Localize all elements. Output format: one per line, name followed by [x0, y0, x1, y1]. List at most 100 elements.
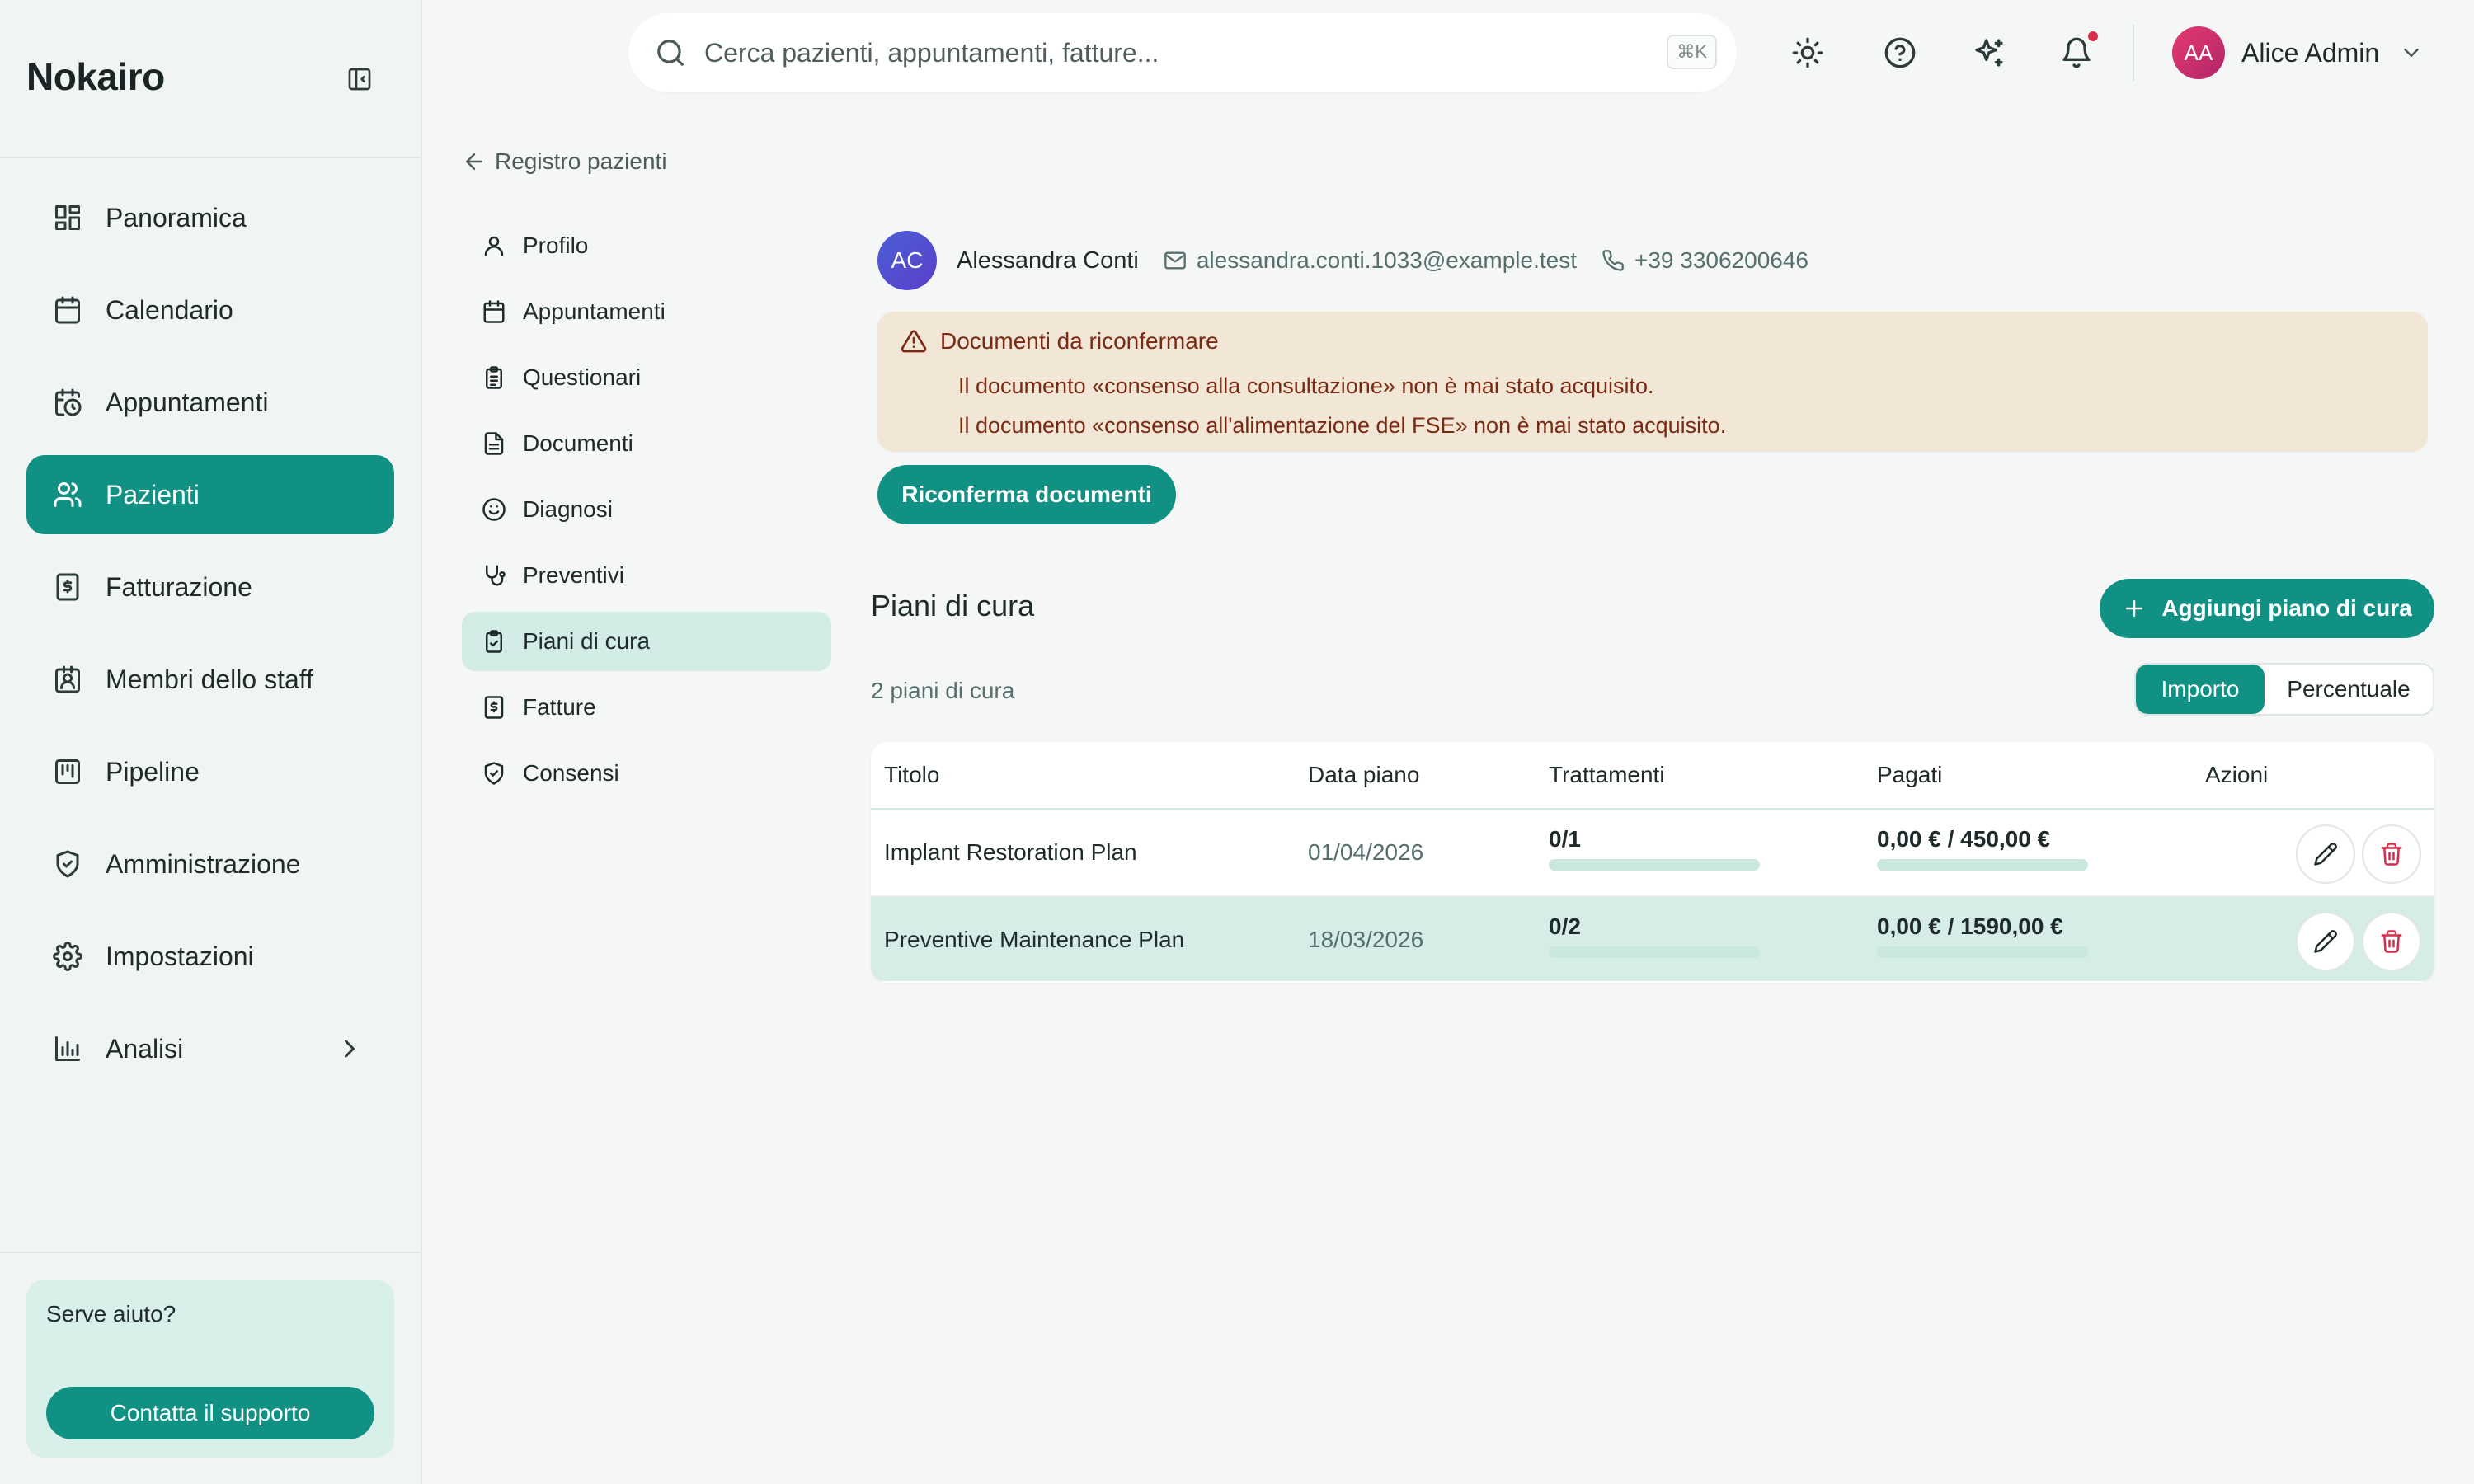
table-row[interactable]: Preventive Maintenance Plan 18/03/2026 0… — [871, 895, 2434, 981]
sidebar: Nokairo Panoramica Calendario Appuntamen… — [0, 0, 422, 1484]
clipboard-check-icon — [482, 629, 506, 654]
tab-label: Piani di cura — [523, 628, 651, 654]
trash-icon — [2379, 842, 2404, 866]
sidebar-collapse-icon[interactable] — [346, 66, 373, 92]
user-icon — [482, 233, 506, 258]
stethoscope-icon — [482, 563, 506, 588]
tab-consensi[interactable]: Consensi — [462, 744, 831, 803]
sidebar-item-label: Panoramica — [106, 202, 247, 232]
delete-button[interactable] — [2362, 912, 2421, 971]
alert-title-text: Documenti da riconfermare — [940, 328, 1219, 354]
help-card: Serve aiuto? Contatta il supporto — [26, 1280, 394, 1458]
plan-count: 2 piani di cura — [871, 678, 1015, 703]
plan-title: Preventive Maintenance Plan — [884, 927, 1185, 952]
column-header: Trattamenti — [1549, 762, 1665, 787]
arrow-left-icon — [462, 149, 487, 174]
alert-title: Documenti da riconfermare — [901, 328, 2405, 355]
toggle-amount[interactable]: Importo — [2136, 665, 2265, 714]
users-icon — [53, 480, 82, 510]
treatments-progress: 0/2 — [1549, 913, 1760, 958]
calendar-icon — [53, 295, 82, 325]
chart-icon — [53, 1034, 82, 1064]
sidebar-nav: Panoramica Calendario Appuntamenti Pazie… — [26, 178, 394, 1101]
plan-title: Implant Restoration Plan — [884, 839, 1137, 865]
patient-email-text: alessandra.conti.1033@example.test — [1196, 247, 1577, 273]
topbar-divider — [2133, 25, 2134, 81]
search-bar[interactable]: ⌘K — [628, 13, 1737, 92]
tab-questionari[interactable]: Questionari — [462, 348, 831, 407]
sidebar-item-panoramica[interactable]: Panoramica — [26, 178, 394, 257]
tab-label: Documenti — [523, 430, 633, 456]
patient-phone[interactable]: +39 3306200646 — [1602, 247, 1808, 274]
tab-preventivi[interactable]: Preventivi — [462, 546, 831, 605]
paid-amount: 0,00 € / 1590,00 € — [1877, 913, 2063, 939]
shield-check-icon — [482, 761, 506, 786]
sidebar-item-fatturazione[interactable]: Fatturazione — [26, 547, 394, 627]
alert-line: Il documento «consenso all'alimentazione… — [958, 413, 1727, 438]
app-logo: Nokairo — [26, 55, 165, 98]
user-menu[interactable]: AA Alice Admin — [2172, 26, 2424, 79]
tab-fatture[interactable]: Fatture — [462, 678, 831, 737]
shield-icon — [53, 849, 82, 879]
kanban-icon — [53, 757, 82, 787]
add-treatment-plan-button[interactable]: Aggiungi piano di cura — [2100, 579, 2434, 638]
edit-button[interactable] — [2296, 912, 2355, 971]
patient-email[interactable]: alessandra.conti.1033@example.test — [1164, 247, 1577, 274]
treatments-progress: 0/1 — [1549, 826, 1760, 871]
progress-track — [1549, 946, 1760, 958]
paid-progress: 0,00 € / 1590,00 € — [1877, 913, 2088, 958]
tab-documenti[interactable]: Documenti — [462, 414, 831, 473]
sidebar-item-appuntamenti[interactable]: Appuntamenti — [26, 363, 394, 442]
patient-phone-text: +39 3306200646 — [1634, 247, 1808, 273]
patient-header: AC Alessandra Conti alessandra.conti.103… — [877, 231, 1833, 290]
edit-button[interactable] — [2296, 824, 2355, 884]
tab-label: Consensi — [523, 760, 619, 786]
reconfirm-documents-button[interactable]: Riconferma documenti — [877, 465, 1176, 524]
tab-piani-di-cura[interactable]: Piani di cura — [462, 612, 831, 671]
tab-appuntamenti[interactable]: Appuntamenti — [462, 282, 831, 341]
sidebar-item-label: Calendario — [106, 294, 233, 325]
treatments-count: 0/1 — [1549, 826, 1581, 852]
tab-profilo[interactable]: Profilo — [462, 216, 831, 275]
sidebar-item-pipeline[interactable]: Pipeline — [26, 732, 394, 811]
sidebar-item-amministrazione[interactable]: Amministrazione — [26, 824, 394, 904]
patient-name: Alessandra Conti — [957, 247, 1139, 274]
dashboard-icon — [53, 203, 82, 232]
sidebar-item-impostazioni[interactable]: Impostazioni — [26, 917, 394, 996]
sidebar-item-calendario[interactable]: Calendario — [26, 270, 394, 350]
tab-label: Diagnosi — [523, 496, 613, 522]
pencil-icon — [2313, 842, 2338, 866]
search-input[interactable] — [704, 37, 1611, 68]
search-icon — [655, 37, 686, 68]
chevron-right-icon — [335, 1034, 365, 1064]
tab-label: Profilo — [523, 232, 589, 258]
add-button-label: Aggiungi piano di cura — [2161, 595, 2412, 621]
toggle-percent[interactable]: Percentuale — [2265, 665, 2433, 714]
sidebar-item-label: Membri dello staff — [106, 664, 313, 694]
tab-diagnosi[interactable]: Diagnosi — [462, 480, 831, 539]
mail-icon — [1164, 249, 1187, 272]
sparkles-icon[interactable] — [1973, 36, 2006, 69]
sidebar-item-label: Analisi — [106, 1033, 184, 1064]
patient-subnav: Profilo Appuntamenti Questionari Documen… — [462, 216, 831, 810]
help-icon[interactable] — [1884, 36, 1917, 69]
sidebar-item-label: Pipeline — [106, 756, 200, 787]
sidebar-item-analisi[interactable]: Analisi — [26, 1009, 394, 1088]
theme-toggle-icon[interactable] — [1791, 36, 1824, 69]
sidebar-divider — [0, 157, 422, 158]
delete-button[interactable] — [2362, 824, 2421, 884]
alert-line: Il documento «consenso alla consultazion… — [958, 373, 1654, 398]
receipt-icon — [53, 572, 82, 602]
contact-support-button[interactable]: Contatta il supporto — [46, 1387, 374, 1439]
section-title: Piani di cura — [871, 589, 1035, 622]
sidebar-item-staff[interactable]: Membri dello staff — [26, 640, 394, 719]
avatar: AA — [2172, 26, 2225, 79]
phone-icon — [1602, 249, 1625, 272]
tab-label: Preventivi — [523, 562, 624, 588]
sidebar-item-pazienti[interactable]: Pazienti — [26, 455, 394, 534]
table-row[interactable]: Implant Restoration Plan 01/04/2026 0/1 … — [871, 810, 2434, 895]
file-icon — [482, 431, 506, 456]
sidebar-item-label: Amministrazione — [106, 848, 301, 879]
calendar-clock-icon — [53, 387, 82, 417]
back-to-patient-registry-link[interactable]: Registro pazienti — [462, 148, 667, 175]
